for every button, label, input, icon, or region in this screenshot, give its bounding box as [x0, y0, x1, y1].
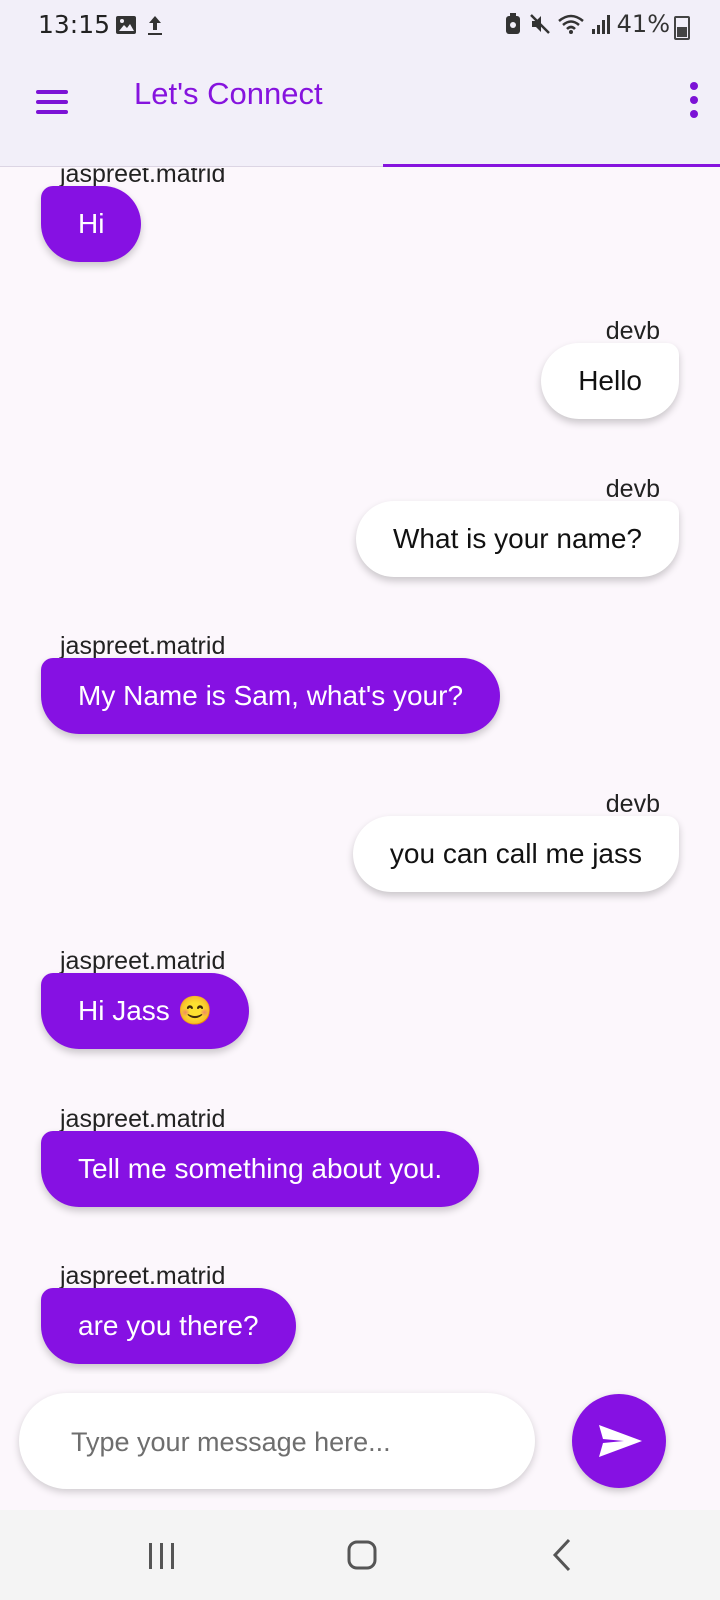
- page-title: Let's Connect: [134, 76, 323, 111]
- message-bubble[interactable]: Hi Jass 😊: [41, 973, 250, 1049]
- sender-name: jaspreet.matrid: [60, 1105, 226, 1133]
- sender-name: jaspreet.matrid: [60, 1262, 226, 1290]
- message-bubble[interactable]: What is your name?: [356, 501, 679, 577]
- sender-name: devb: [605, 317, 660, 345]
- message-bubble[interactable]: Tell me something about you.: [41, 1131, 480, 1207]
- recent-apps-button[interactable]: [132, 1530, 192, 1580]
- hamburger-icon-line: [36, 110, 68, 114]
- sender-name: jaspreet.matrid: [60, 947, 226, 975]
- wifi-icon: [557, 14, 584, 34]
- home-icon: [347, 1540, 377, 1570]
- chat-messages[interactable]: jaspreet.matrid Hi devb Hello devb What …: [0, 168, 720, 1374]
- signal-icon: [591, 15, 610, 34]
- battery-percent: 41%: [616, 10, 670, 38]
- hamburger-icon-line: [36, 100, 68, 104]
- sender-name: devb: [605, 790, 660, 818]
- mute-icon: [529, 14, 550, 34]
- sender-name: jaspreet.matrid: [60, 632, 226, 660]
- battery-icon: [674, 16, 690, 40]
- home-button[interactable]: [332, 1530, 392, 1580]
- status-time: 13:15: [38, 10, 111, 39]
- send-icon: [599, 1425, 642, 1457]
- battery-saver-icon: [505, 13, 520, 34]
- app-bar: Let's Connect: [0, 54, 720, 167]
- system-nav-bar: [0, 1510, 720, 1600]
- more-options-button[interactable]: [682, 78, 706, 122]
- message-bubble[interactable]: Hello: [541, 343, 679, 419]
- message-bubble[interactable]: you can call me jass: [352, 816, 679, 892]
- more-vert-icon: [690, 82, 698, 90]
- message-bubble[interactable]: are you there?: [41, 1288, 296, 1364]
- recent-apps-icon: [149, 1543, 174, 1569]
- message-input[interactable]: [69, 1393, 513, 1491]
- tab-indicator: [383, 164, 720, 167]
- message-bubble[interactable]: My Name is Sam, what's your?: [41, 658, 501, 734]
- menu-button[interactable]: [30, 80, 74, 124]
- status-bar: 13:15 41%: [0, 0, 720, 54]
- hamburger-icon: [36, 90, 68, 94]
- image-icon: [116, 16, 136, 34]
- sender-name: devb: [605, 475, 660, 503]
- message-composer: [19, 1393, 535, 1491]
- back-button[interactable]: [533, 1530, 593, 1580]
- message-bubble[interactable]: Hi: [41, 186, 142, 262]
- back-icon: [552, 1538, 571, 1572]
- status-indicators: 41%: [503, 10, 670, 38]
- send-button[interactable]: [572, 1394, 666, 1488]
- more-vert-icon-dot: [690, 96, 698, 104]
- upload-icon: [148, 16, 162, 35]
- more-vert-icon-dot: [690, 110, 698, 118]
